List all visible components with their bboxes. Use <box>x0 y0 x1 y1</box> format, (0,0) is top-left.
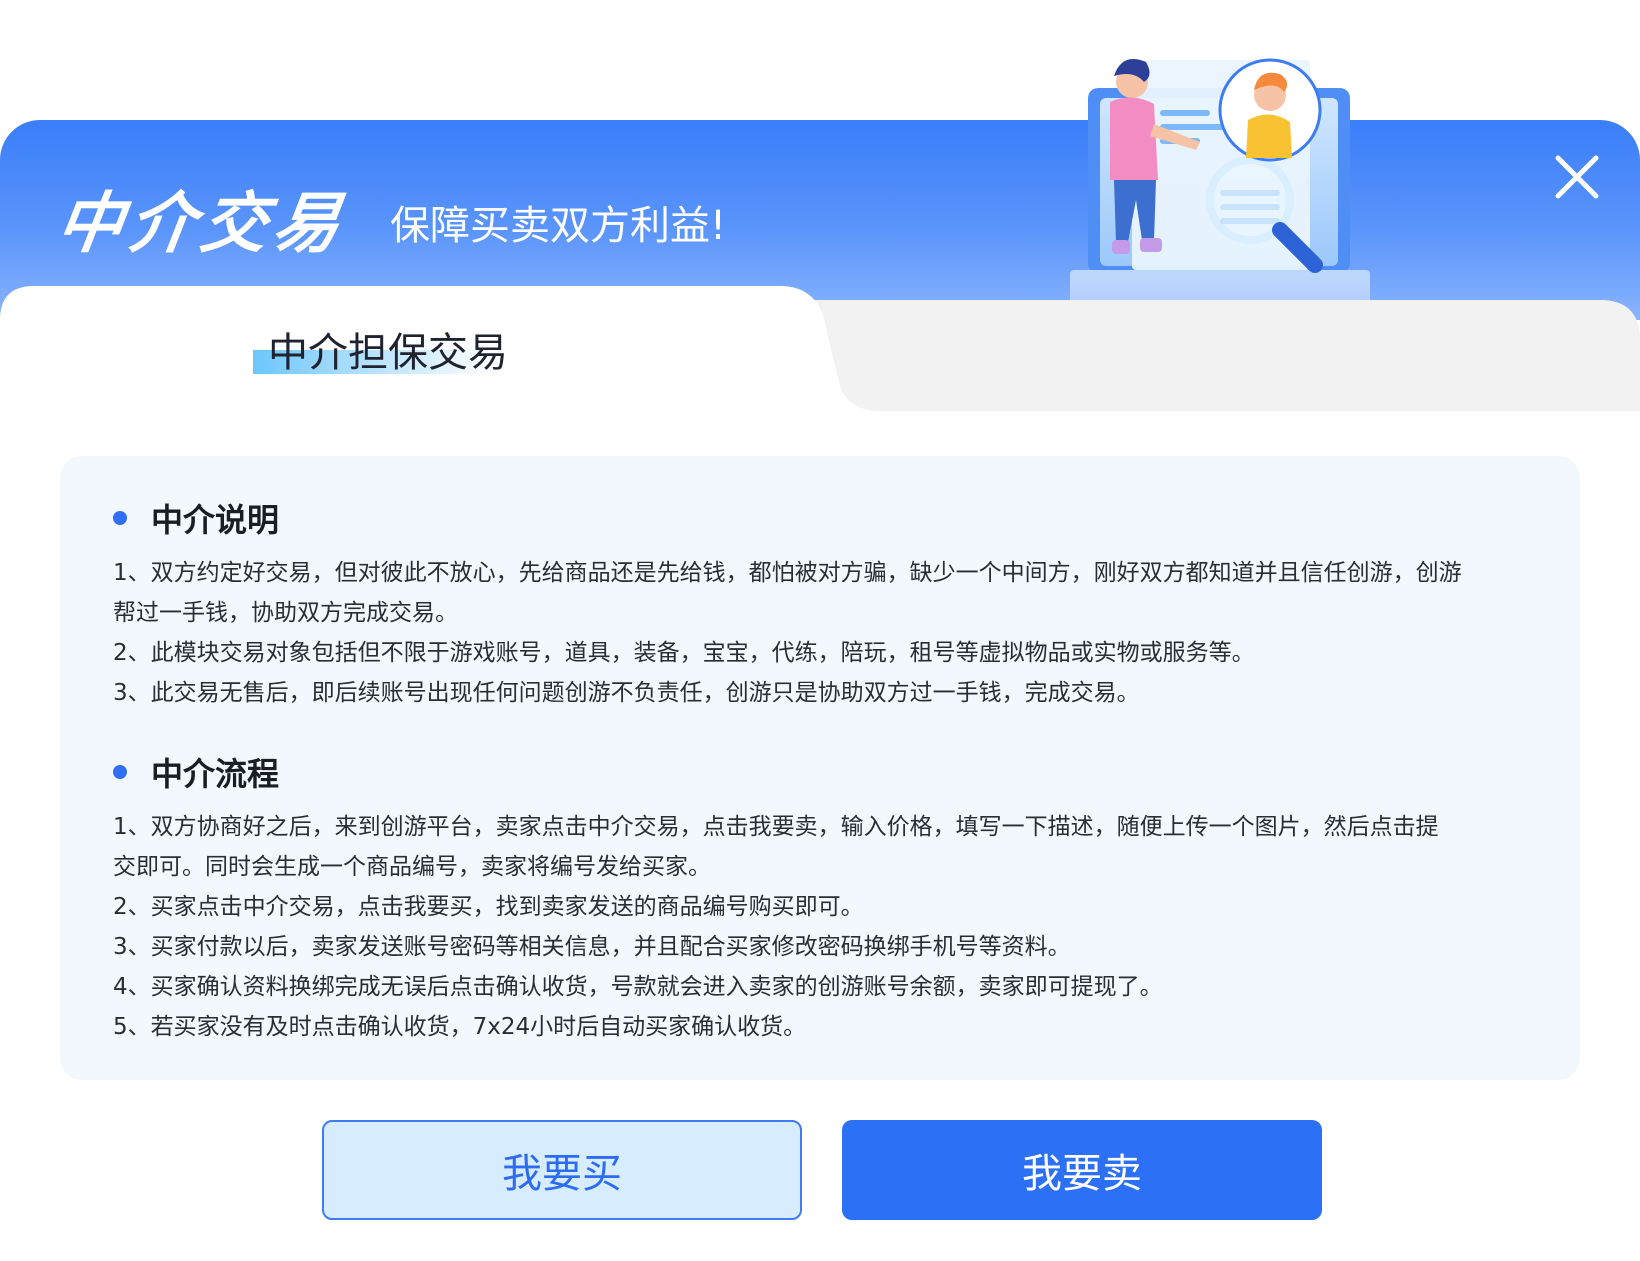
tab-bar <box>0 286 1640 411</box>
bullet-dot-icon <box>113 511 127 525</box>
brand-title: 中介交易 <box>51 185 351 262</box>
text-line: 1、双方协商好之后，来到创游平台，卖家点击中介交易，点击我要卖，输入价格，填写一… <box>113 814 1439 840</box>
section-body: 1、双方约定好交易，但对彼此不放心，先给商品还是先给钱，都怕被对方骗，缺少一个中… <box>113 553 1533 713</box>
text-line: 1、双方约定好交易，但对彼此不放心，先给商品还是先给钱，都怕被对方骗，缺少一个中… <box>113 560 1462 586</box>
bullet-dot-icon <box>113 765 127 779</box>
text-line: 交即可。同时会生成一个商品编号，卖家将编号发给买家。 <box>113 854 711 880</box>
text-line: 2、此模块交易对象包括但不限于游戏账号，道具，装备，宝宝，代练，陪玩，租号等虚拟… <box>113 640 1255 666</box>
text-line: 3、此交易无售后，即后续账号出现任何问题创游不负责任，创游只是协助双方过一手钱，… <box>113 680 1140 706</box>
text-line: 3、买家付款以后，卖家发送账号密码等相关信息，并且配合买家修改密码换绑手机号等资… <box>113 934 1071 960</box>
text-line: 2、买家点击中介交易，点击我要买，找到卖家发送的商品编号购买即可。 <box>113 894 864 920</box>
section-heading: 中介说明 <box>113 495 1533 541</box>
tab-intermediary-guarantee[interactable]: 中介担保交易 <box>268 320 508 378</box>
text-line: 帮过一手钱，协助双方完成交易。 <box>113 600 458 626</box>
section-intermediary-description: 中介说明 1、双方约定好交易，但对彼此不放心，先给商品还是先给钱，都怕被对方骗，… <box>113 495 1533 713</box>
buy-button[interactable]: 我要买 <box>322 1120 802 1220</box>
section-body: 1、双方协商好之后，来到创游平台，卖家点击中介交易，点击我要卖，输入价格，填写一… <box>113 807 1533 1047</box>
section-title: 中介说明 <box>151 501 280 539</box>
section-heading: 中介流程 <box>113 749 1533 795</box>
section-intermediary-process: 中介流程 1、双方协商好之后，来到创游平台，卖家点击中介交易，点击我要卖，输入价… <box>113 749 1533 1047</box>
text-line: 5、若买家没有及时点击确认收货，7x24小时后自动买家确认收货。 <box>113 1014 807 1040</box>
intermediary-trade-modal: 中介交易 保障买卖双方利益! 中介担保交易 中介说明 1、双方约定好交易，但对彼… <box>0 0 1640 1261</box>
close-icon[interactable] <box>1552 152 1602 202</box>
brand-subtitle: 保障买卖双方利益! <box>390 203 727 249</box>
sell-button[interactable]: 我要卖 <box>842 1120 1322 1220</box>
text-line: 4、买家确认资料换绑完成无误后点击确认收货，号款就会进入卖家的创游账号余额，卖家… <box>113 974 1163 1000</box>
section-title: 中介流程 <box>151 755 280 793</box>
